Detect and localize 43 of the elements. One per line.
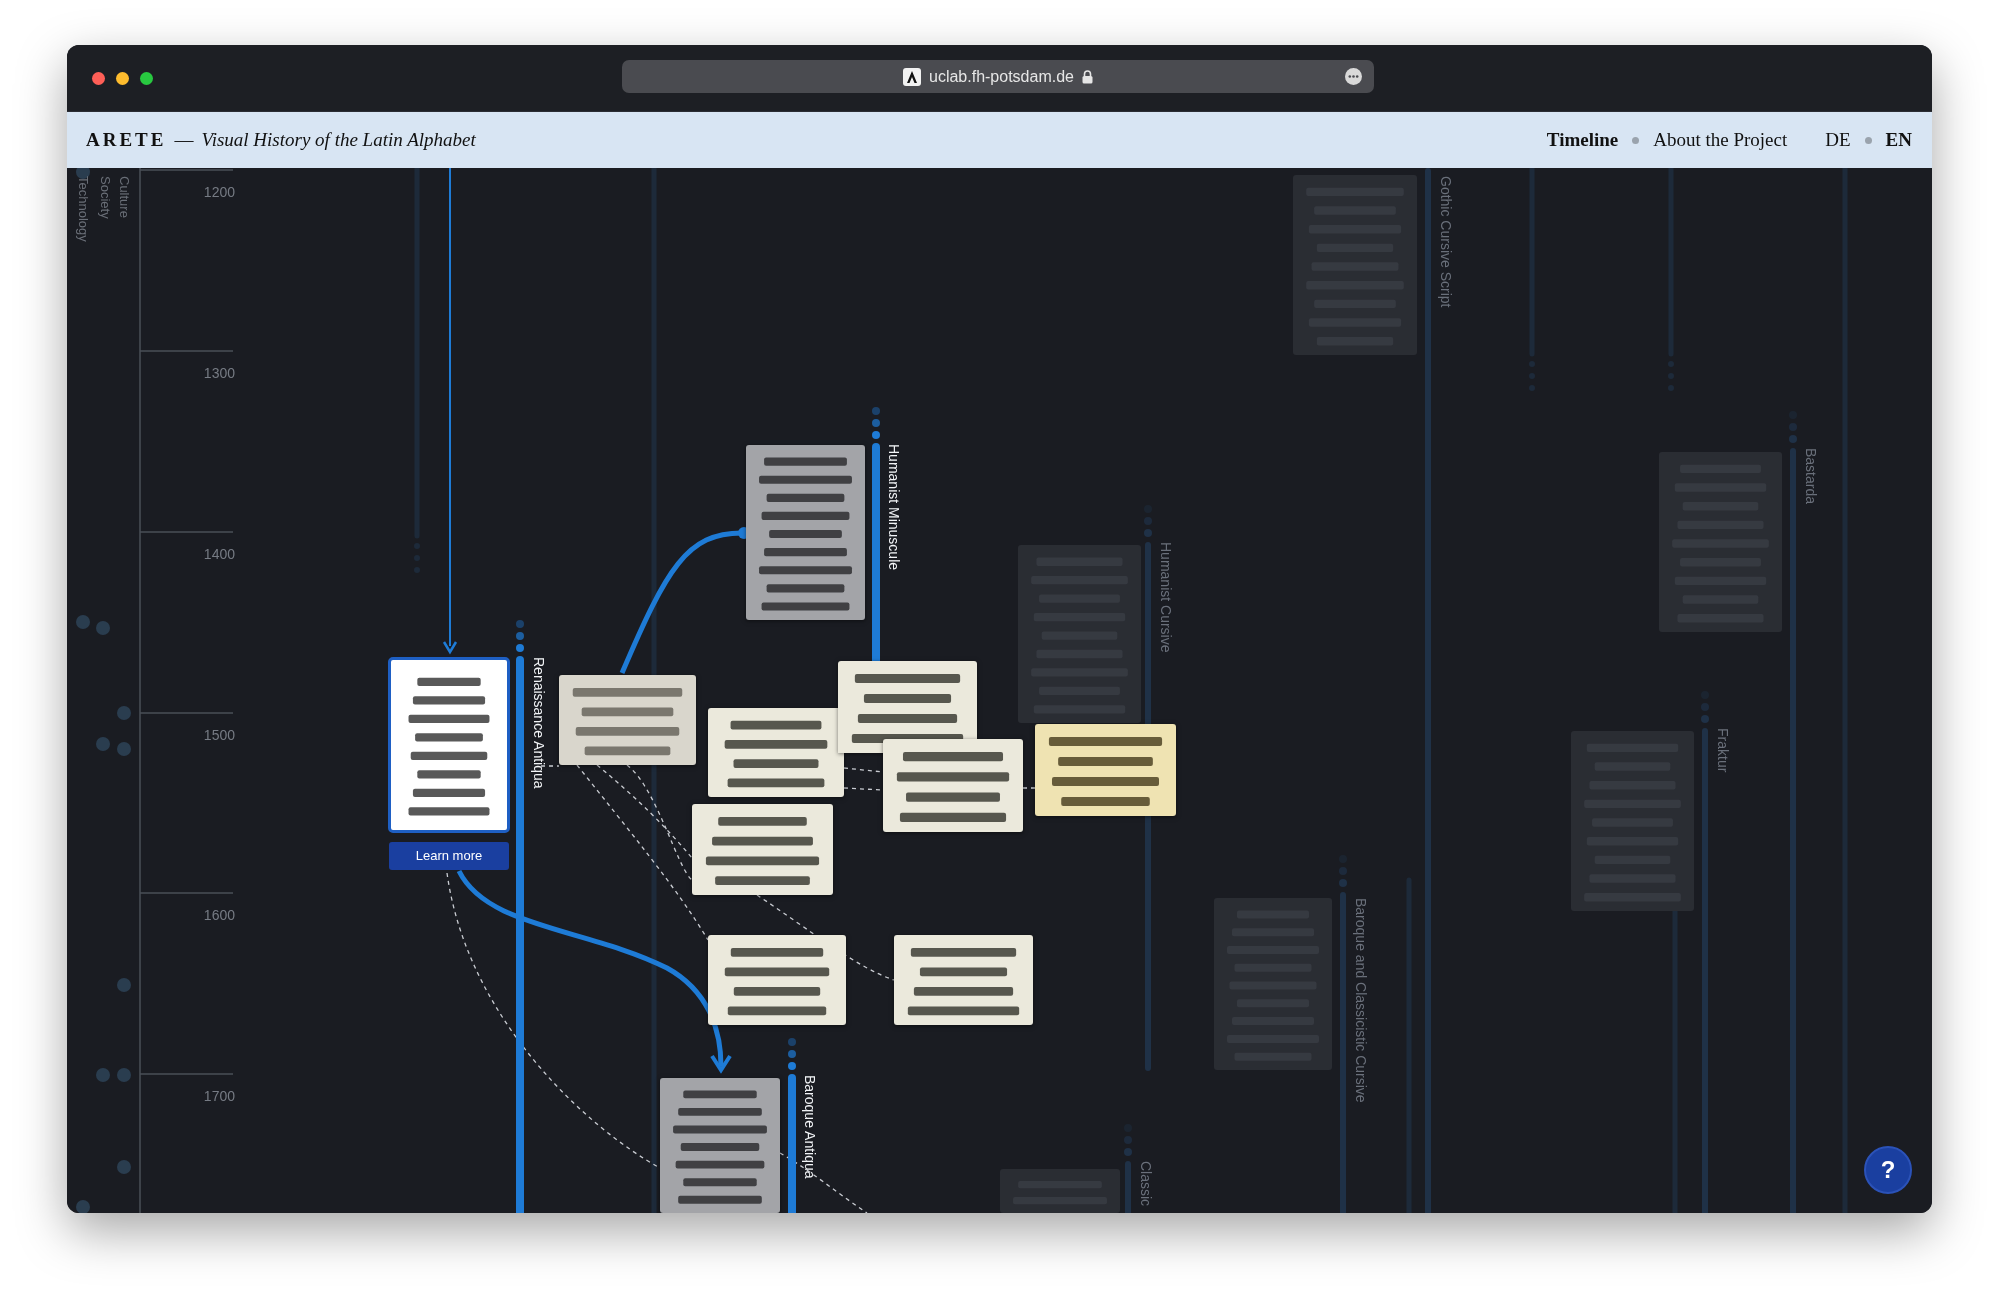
timeline-dot[interactable] [117,978,131,992]
stream-label[interactable]: Renaissance Antiqua [531,657,547,789]
close-icon[interactable] [92,71,105,85]
dashed-connector [1022,787,1036,789]
timeline-dot[interactable] [117,1068,131,1082]
maximize-icon[interactable] [140,71,153,85]
year-label: 1200 [202,183,235,202]
timeline-dot[interactable] [117,706,131,720]
year-label: 1400 [202,545,235,564]
url-text: uclab.fh-potsdam.de [929,66,1074,87]
year-label: 1300 [202,364,235,383]
lane-label: Culture [117,176,132,218]
year-label: 1600 [202,906,235,925]
help-button[interactable]: ? [1864,1146,1912,1194]
stream-label[interactable]: Baroque Antiqua [802,1075,818,1179]
timeline-dot[interactable] [117,742,131,756]
site-icon [903,67,921,86]
learn-more-button[interactable]: Learn more [389,842,509,870]
lock-icon [1082,69,1093,84]
year-label: 1500 [202,726,235,745]
timeline-dot[interactable] [96,621,110,635]
specimen-card[interactable] [388,657,510,833]
separator-dot [1864,136,1872,144]
nav-link[interactable]: About the Project [1653,125,1788,155]
logo[interactable]: ARETE [86,125,167,155]
lane-label: Society [98,176,113,219]
minimize-icon[interactable] [116,71,129,85]
dashed-connector [540,765,560,767]
lane-label: Technology [76,176,91,242]
separator-dot [1632,136,1640,144]
timeline-dot[interactable] [117,1160,131,1174]
nav-link[interactable]: Timeline [1546,125,1619,155]
timeline-dot[interactable] [96,737,110,751]
address-bar[interactable]: uclab.fh-potsdam.de [622,60,1374,93]
site-subtitle: Visual History of the Latin Alphabet [201,127,476,152]
timeline-dot[interactable] [96,1068,110,1082]
language-link[interactable]: EN [1885,125,1912,155]
stream-label[interactable]: Humanist Minuscule [886,444,902,571]
timeline-dot[interactable] [76,615,90,629]
title-separator: — [174,127,194,152]
language-link[interactable]: DE [1825,125,1851,155]
year-label: 1700 [202,1087,235,1106]
more-icon[interactable] [1345,68,1362,85]
